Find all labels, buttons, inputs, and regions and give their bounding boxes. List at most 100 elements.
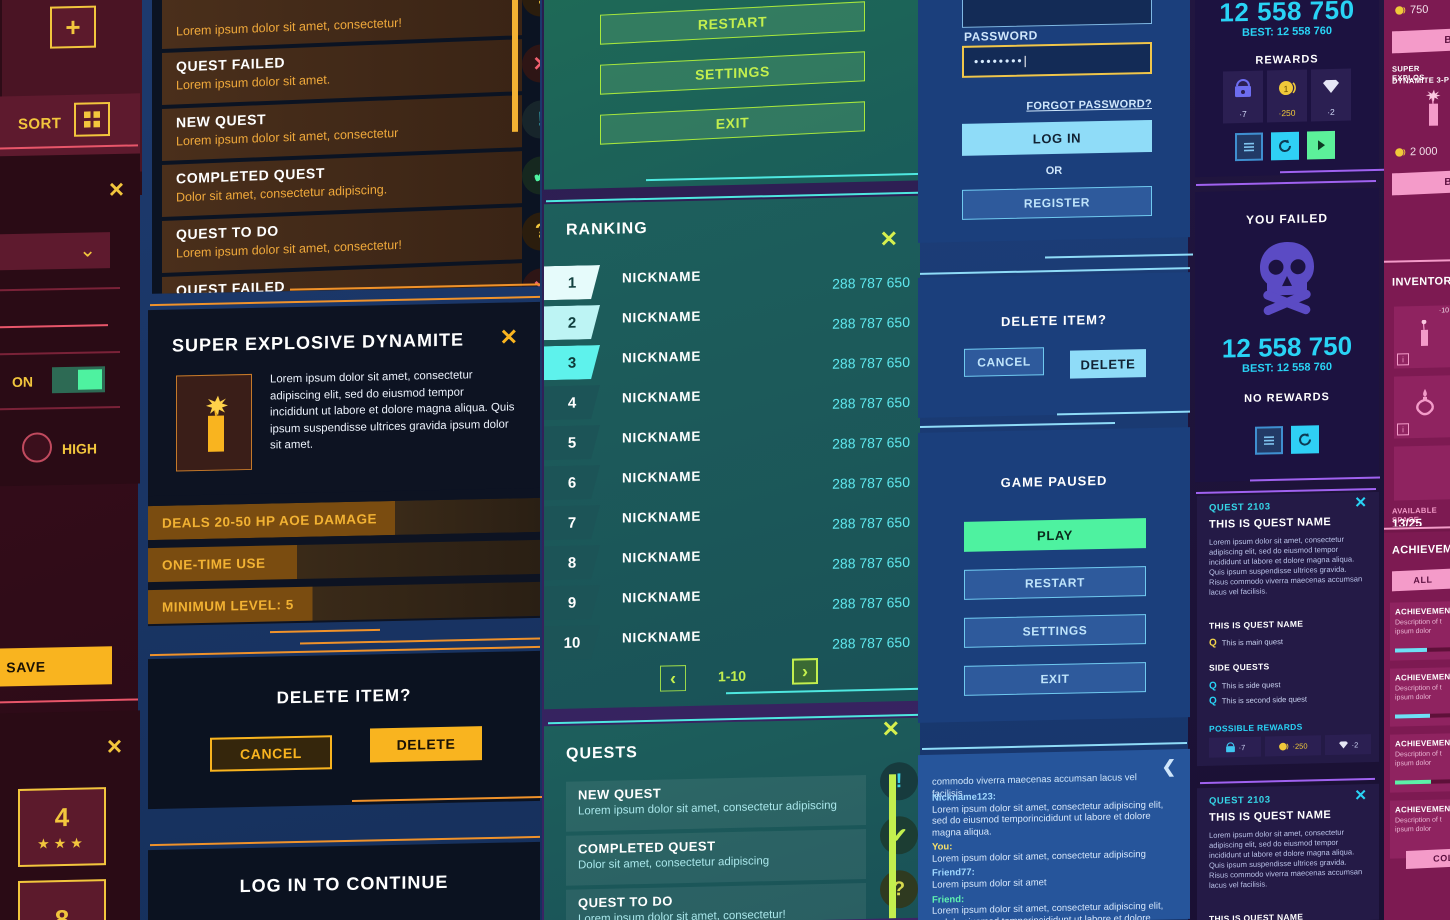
reward-coin[interactable]: ·250 <box>1265 735 1321 757</box>
chest-icon <box>1225 741 1235 752</box>
grid-icon[interactable] <box>74 101 110 137</box>
restart-button[interactable]: RESTART <box>964 566 1146 600</box>
quest-row[interactable]: NEW QUEST Lorem ipsum dolor sit amet, co… <box>162 95 540 161</box>
achievement-item[interactable]: ACHIEVEMENT Description of t ipsum dolor <box>1390 733 1450 793</box>
item-detail-card: SUPER EXPLOSIVE DYNAMITE ✕ Lorem ipsum d… <box>148 301 540 501</box>
buy-button-2[interactable]: BU <box>1392 170 1450 196</box>
main-quest-item[interactable]: Q This is main quest <box>1209 636 1283 649</box>
login-panel: PASSWORD •••••••• | FORGOT PASSWORD? LOG … <box>918 0 1190 243</box>
reward-gem[interactable]: ·2 <box>1325 734 1371 756</box>
quest-title: NEW QUEST <box>176 110 267 131</box>
quest-desc: Lorem ipsum dolor sit amet, consectetur! <box>578 908 786 920</box>
close-icon[interactable]: ✕ <box>880 226 898 251</box>
rank-score: 288 787 650 <box>832 593 910 612</box>
username-field[interactable] <box>962 0 1152 28</box>
quest-row[interactable]: COMPLETED QUEST Dolor sit amet, consecte… <box>162 151 540 217</box>
play-button[interactable]: PLAY <box>964 518 1146 552</box>
coin-icon: 1 <box>1279 81 1296 96</box>
settings-button[interactable]: SETTINGS <box>964 614 1146 648</box>
side-quest-item[interactable]: Q This is second side quest <box>1209 694 1307 707</box>
save-button[interactable]: SAVE <box>0 646 112 688</box>
scrollbar-thumb[interactable] <box>512 0 518 132</box>
buy-button-1[interactable]: BU <box>1392 28 1450 54</box>
quest-row[interactable]: NEW QUEST Lorem ipsum dolor sit amet, co… <box>566 761 918 832</box>
level-card[interactable]: 4 ★★★ <box>18 787 106 867</box>
replay-button[interactable] <box>1271 131 1299 161</box>
quest-list-orange: Lorem ipsum dolor sit amet, consectetur!… <box>152 0 540 294</box>
quest-status-question-icon: ? <box>522 211 540 252</box>
collect-button[interactable]: COLL <box>1406 848 1450 869</box>
inventory-slot[interactable]: ·10 i <box>1394 305 1450 369</box>
divider <box>0 350 120 356</box>
reward-chest[interactable]: ·7 <box>1223 70 1263 124</box>
side-quest-item[interactable]: Q This is side quest <box>1209 679 1280 692</box>
achievement-item[interactable]: ACHIEVEMENT Description of t ipsum dolor <box>1390 601 1450 661</box>
close-icon[interactable]: ✕ <box>882 718 900 742</box>
reward-gem[interactable]: ·2 <box>1311 68 1351 122</box>
play-button[interactable] <box>1307 130 1335 160</box>
menu-button[interactable] <box>1255 426 1283 455</box>
chevron-down-icon: ⌄ <box>79 239 96 262</box>
restart-button[interactable]: RESTART <box>600 1 865 45</box>
menu-button[interactable] <box>1235 132 1263 162</box>
quest-row[interactable]: QUEST TO DO Lorem ipsum dolor sit amet, … <box>162 207 540 273</box>
delete-button[interactable]: DELETE <box>370 726 482 763</box>
rank-number: 10 <box>544 625 600 660</box>
achievement-item[interactable]: ACHIEVEMENT Description of t ipsum dolor… <box>1390 799 1450 869</box>
pagination-next-button[interactable]: › <box>792 658 818 685</box>
quests-panel: QUESTS ✕ NEW QUEST Lorem ipsum dolor sit… <box>544 717 920 920</box>
info-icon[interactable]: i <box>1397 353 1409 366</box>
exit-button[interactable]: EXIT <box>964 662 1146 696</box>
forgot-password-link[interactable]: FORGOT PASSWORD? <box>1026 98 1152 113</box>
close-icon[interactable]: ✕ <box>1354 493 1367 511</box>
achievements-panel: ACHIEVEMEN ALL ACHIEVEMENT Description o… <box>1384 531 1450 920</box>
dropdown-field[interactable]: ⌄ <box>0 232 110 271</box>
achievement-item[interactable]: ACHIEVEMENT Description of t ipsum dolor <box>1390 667 1450 727</box>
quest-row[interactable]: COMPLETED QUEST Dolor sit amet, consecte… <box>566 815 918 886</box>
quest-title: NEW QUEST <box>578 785 662 803</box>
quest-status-question-icon: ? <box>522 0 540 18</box>
cancel-button[interactable]: CANCEL <box>964 347 1044 377</box>
achievement-progress-track <box>1395 713 1450 719</box>
close-icon[interactable]: × <box>109 174 124 204</box>
quest-name: THIS IS QUEST NAME <box>1209 516 1332 531</box>
quest-desc: Lorem ipsum dolor sit amet, consectetur … <box>578 799 837 818</box>
level-card[interactable]: 8 <box>18 879 106 920</box>
close-icon[interactable]: ✕ <box>1354 786 1367 804</box>
radio-button[interactable] <box>22 432 52 463</box>
reward-amount: ·7 <box>1239 108 1247 120</box>
cancel-button[interactable]: CANCEL <box>210 735 332 772</box>
login-button[interactable]: LOG IN <box>962 119 1152 156</box>
close-icon[interactable]: ✕ <box>500 324 518 349</box>
info-icon[interactable]: i <box>1397 423 1409 436</box>
register-button[interactable]: REGISTER <box>962 185 1152 220</box>
scrollbar-thumb[interactable] <box>889 774 896 919</box>
add-icon[interactable]: + <box>50 5 96 49</box>
exit-button[interactable]: EXIT <box>600 101 865 145</box>
delete-button[interactable]: DELETE <box>1070 349 1146 379</box>
toggle-switch[interactable] <box>52 366 105 394</box>
inventory-title: INVENTORY <box>1392 275 1450 289</box>
settings-button[interactable]: SETTINGS <box>600 51 865 95</box>
password-field[interactable]: •••••••• | <box>962 41 1152 78</box>
ui-kit-showcase: + SORT × ⌄ ON HIGH SAVE × 4 ★★★ 8 Lorem … <box>0 0 1450 920</box>
inventory-slot[interactable]: i <box>1394 375 1450 439</box>
coin-icon <box>1279 742 1289 750</box>
quest-row[interactable]: QUEST FAILED Lorem ipsum dolor sit amet.… <box>162 39 540 105</box>
replay-button[interactable] <box>1291 425 1319 454</box>
no-rewards-label: NO REWARDS <box>1244 391 1330 405</box>
inventory-slot-empty[interactable] <box>1394 445 1450 501</box>
reward-chest[interactable]: ·7 <box>1209 736 1261 758</box>
reward-coin[interactable]: 1 ·250 <box>1267 69 1307 123</box>
rank-nickname: NICKNAME <box>622 548 702 566</box>
svg-text:1: 1 <box>1283 84 1288 94</box>
rank-nickname: NICKNAME <box>622 628 702 646</box>
gem-icon <box>1338 740 1348 749</box>
divider <box>0 286 120 292</box>
achievement-progress-fill <box>1395 779 1431 785</box>
quest-row[interactable]: QUEST TO DO Lorem ipsum dolor sit amet, … <box>566 869 918 920</box>
quests-title: QUESTS <box>566 744 638 763</box>
close-icon[interactable]: × <box>107 731 122 761</box>
filter-all-button[interactable]: ALL <box>1392 568 1450 592</box>
replay-icon <box>1299 433 1311 446</box>
